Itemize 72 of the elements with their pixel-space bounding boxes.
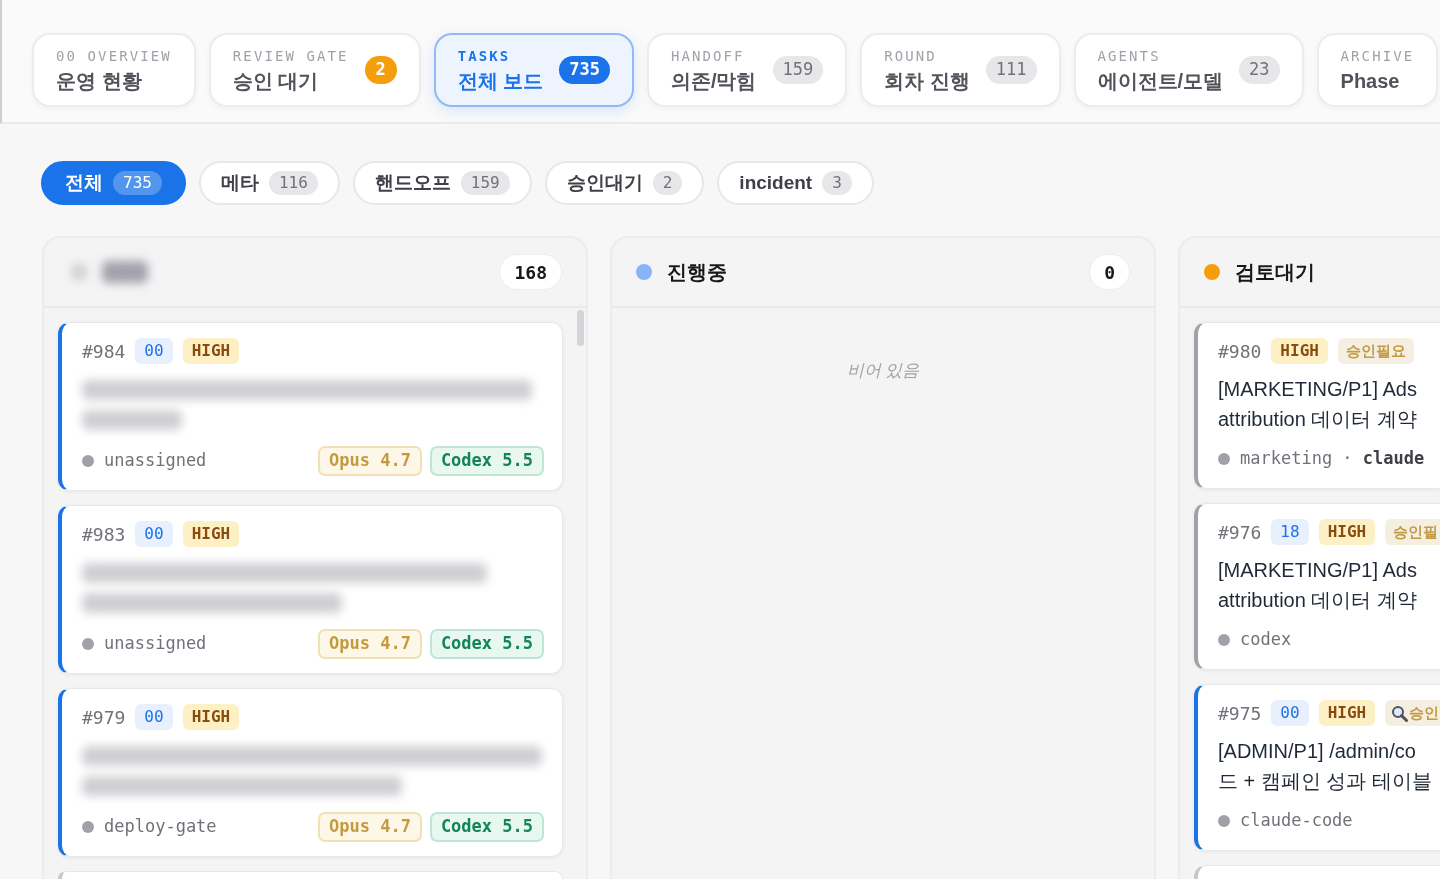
- task-title: [MARKETING/P1] Ads attribution 데이터 계약: [1218, 377, 1417, 432]
- task-card[interactable]: [1194, 865, 1440, 879]
- assignee-label: codex: [1240, 628, 1292, 652]
- count-badge: 111: [985, 56, 1037, 84]
- nav-tab[interactable]: TASKS 전체 보드 735: [433, 33, 634, 107]
- task-card[interactable]: #984 00 HIGH unassigned Opus 4.7 Codex 5.5: [58, 322, 563, 491]
- nav-tab[interactable]: ROUND 회차 진행 111: [860, 33, 1061, 107]
- column-title: 검토대기: [1235, 260, 1315, 285]
- priority-tag: HIGH: [1318, 700, 1376, 726]
- count-badge: 168: [499, 254, 562, 290]
- task-number: #976: [1218, 520, 1262, 545]
- count-badge: 159: [460, 171, 510, 195]
- priority-tag: HIGH: [182, 338, 240, 364]
- filter-chip[interactable]: incident 3: [717, 161, 874, 205]
- phase-tag: 18: [1271, 519, 1309, 545]
- count-badge: 159: [772, 56, 824, 84]
- nav-tab[interactable]: ARCHIVE Phase: [1316, 33, 1439, 107]
- assignee-label: unassigned: [104, 632, 207, 656]
- approval-tag: 승인필: [1385, 519, 1440, 545]
- count-badge: 116: [268, 171, 318, 195]
- approval-tag: 승인필요: [1337, 338, 1414, 364]
- model-tag: Codex 5.5: [429, 629, 544, 659]
- nav-tab[interactable]: HANDOFF 의존/막힘 159: [646, 33, 848, 107]
- assignee-label: unassigned: [104, 449, 207, 473]
- task-card[interactable]: #979 00 HIGH deploy-gate Opus 4.7 Codex 5.5: [58, 688, 563, 857]
- assignee-label: claude-code: [1240, 809, 1353, 833]
- phase-tag: 00: [135, 521, 173, 547]
- filter-chip[interactable]: 전체 735: [41, 161, 186, 205]
- model-tag: Opus 4.7: [318, 812, 422, 842]
- task-card[interactable]: #980 HIGH 승인필요 [MARKETING/P1] Ads attribution 데이터 계약 marketing · claude: [1194, 322, 1440, 489]
- assignee-label: marketing · claude: [1240, 447, 1425, 471]
- model-tag: Codex 5.5: [429, 812, 544, 842]
- count-badge: 0: [1089, 254, 1130, 290]
- filter-chip[interactable]: 승인대기 2: [544, 161, 705, 205]
- model-tag: Codex 5.5: [429, 446, 544, 476]
- model-tag: Opus 4.7: [318, 629, 422, 659]
- priority-tag: HIGH: [182, 704, 240, 730]
- task-title: [MARKETING/P1] Ads attribution 데이터 계약: [1218, 558, 1417, 613]
- count-badge: 2: [364, 56, 397, 84]
- count-badge: 735: [113, 171, 162, 195]
- priority-tag: HIGH: [1318, 519, 1376, 545]
- task-card[interactable]: #983 00 HIGH unassigned Opus 4.7 Codex 5.5: [58, 505, 563, 674]
- task-number: #983: [82, 522, 126, 547]
- count-badge: 23: [1239, 56, 1280, 84]
- count-badge: 3: [822, 171, 852, 195]
- task-card[interactable]: [58, 871, 563, 879]
- task-number: #979: [82, 705, 126, 730]
- empty-state-text: 비어 있음: [846, 360, 920, 382]
- task-number: #984: [82, 339, 126, 364]
- task-number: #980: [1218, 339, 1262, 364]
- priority-tag: HIGH: [182, 521, 240, 547]
- tag-label: 승인: [1409, 702, 1440, 723]
- phase-tag: 00: [135, 338, 173, 364]
- count-badge: 735: [559, 56, 610, 84]
- task-card[interactable]: #976 18 HIGH 승인필 [MARKETING/P1] Ads attribution 데이터 계약 codex: [1194, 503, 1440, 670]
- task-number: #975: [1218, 701, 1262, 726]
- model-tag: Opus 4.7: [318, 446, 422, 476]
- column-title: 진행중: [667, 260, 727, 285]
- nav-tab[interactable]: REVIEW GATE 승인 대기 2: [208, 33, 421, 107]
- phase-tag: 00: [1271, 700, 1309, 726]
- task-card[interactable]: #975 00 HIGH 승인 [ADMIN/P1] /admin/co 드 + 캠페인 성과 테이블 claude-code: [1194, 684, 1440, 851]
- nav-tab[interactable]: AGENTS 에이전트/모델 23: [1073, 33, 1304, 107]
- task-title: [ADMIN/P1] /admin/co 드 + 캠페인 성과 테이블: [1218, 739, 1432, 794]
- count-badge: 2: [652, 171, 683, 195]
- filter-chip[interactable]: 메타 116: [198, 161, 340, 205]
- magnifier-icon: [1391, 704, 1409, 722]
- priority-tag: HIGH: [1271, 338, 1328, 364]
- filter-chip[interactable]: 핸드오프 159: [352, 161, 532, 205]
- nav-tab[interactable]: 00 OVERVIEW 운영 현황: [32, 33, 196, 107]
- assignee-label: deploy-gate: [104, 815, 217, 839]
- scrollbar-thumb[interactable]: [577, 310, 584, 346]
- phase-tag: 00: [135, 704, 173, 730]
